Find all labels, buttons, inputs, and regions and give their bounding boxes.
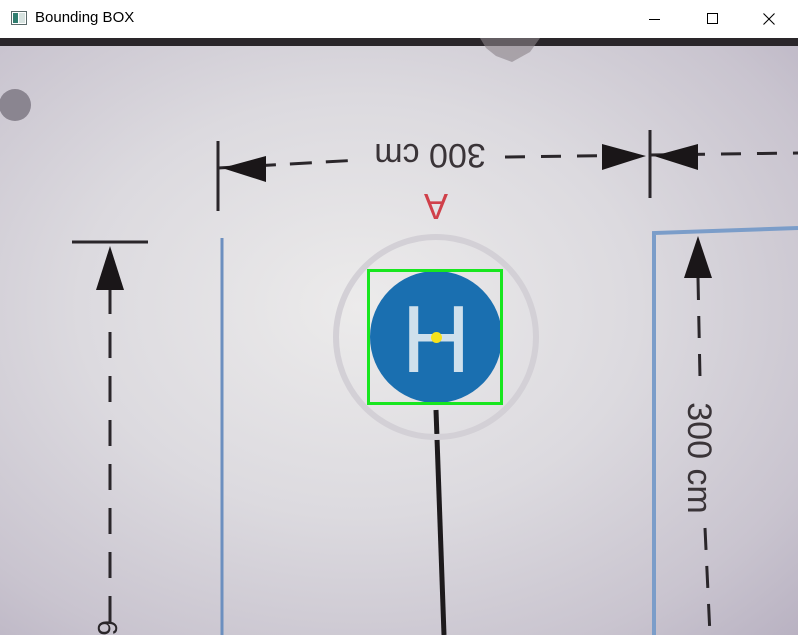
- window-title: Bounding BOX: [35, 9, 135, 26]
- arrow-left: [222, 156, 266, 182]
- dim-line-top-right: [504, 151, 798, 159]
- app-window: Bounding BOX 300 cm A 6 300 cm H: [0, 0, 798, 635]
- top-dimension-label: 300 cm: [374, 136, 486, 174]
- detection-center-dot: [431, 332, 442, 343]
- camera-frame: 300 cm A 6 300 cm H: [0, 38, 798, 635]
- maximize-icon: [707, 13, 718, 24]
- maximize-button[interactable]: [684, 0, 742, 38]
- app-icon: [11, 10, 27, 26]
- arrow-up-right: [684, 236, 712, 278]
- title-bar[interactable]: Bounding BOX: [0, 0, 798, 38]
- bottom-left-digit: 6: [92, 620, 123, 635]
- corner-dot: [0, 89, 31, 121]
- paper-top-edge: [0, 38, 798, 46]
- blue-box-outline: [652, 226, 798, 635]
- close-button[interactable]: [740, 0, 798, 38]
- minimize-button[interactable]: [626, 0, 684, 38]
- dim-line-right-lower: [703, 527, 712, 635]
- arrow-right-in: [602, 144, 646, 170]
- close-icon: [763, 13, 775, 25]
- arrow-right-out: [654, 144, 698, 170]
- dim-line-right-upper: [696, 277, 702, 379]
- marker-letter: A: [424, 186, 448, 227]
- side-dimension-label: 300 cm: [680, 402, 718, 514]
- minimize-icon: [649, 19, 660, 20]
- arrow-up-left: [96, 246, 124, 290]
- paper-tear: [480, 38, 540, 62]
- sign-pole: [433, 409, 447, 635]
